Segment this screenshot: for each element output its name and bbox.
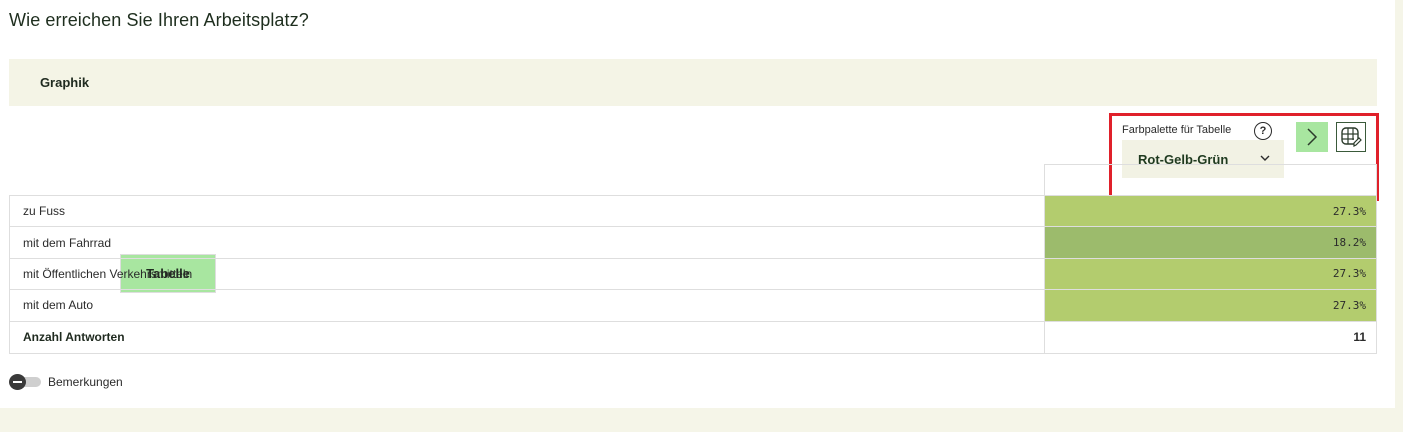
next-button[interactable] xyxy=(1296,122,1328,152)
main-card: Wie erreichen Sie Ihren Arbeitsplatz? Gr… xyxy=(0,0,1395,408)
remarks-label: Bemerkungen xyxy=(48,375,123,389)
table-header-cell xyxy=(1044,164,1377,196)
row-label: mit Öffentlichen Verkehrsmitteln xyxy=(10,258,1045,290)
table-total-row: Anzahl Antworten 11 xyxy=(10,321,1376,353)
row-value: 18.2% xyxy=(1045,227,1376,258)
row-label: mit dem Fahrrad xyxy=(10,227,1045,258)
table-row: mit dem Fahrrad 18.2% xyxy=(10,227,1376,259)
tab-graphik[interactable]: Graphik xyxy=(9,63,120,102)
total-label: Anzahl Antworten xyxy=(10,321,1045,353)
remarks-toggle[interactable] xyxy=(9,374,41,390)
help-icon[interactable]: ? xyxy=(1254,122,1272,140)
table-row: mit dem Auto 27.3% xyxy=(10,290,1376,322)
row-value: 27.3% xyxy=(1045,290,1376,321)
table-row: zu Fuss 27.3% xyxy=(10,196,1376,228)
row-label: mit dem Auto xyxy=(10,290,1045,321)
row-value: 27.3% xyxy=(1045,258,1376,290)
palette-label: Farbpalette für Tabelle xyxy=(1122,124,1232,136)
row-value: 27.3% xyxy=(1045,196,1376,227)
tab-bar: Graphik Tabelle xyxy=(9,59,1377,293)
page-title: Wie erreichen Sie Ihren Arbeitsplatz? xyxy=(9,10,309,30)
results-table: zu Fuss 27.3% mit dem Fahrrad 18.2% mit … xyxy=(9,195,1377,354)
toggle-knob xyxy=(9,374,26,390)
table-edit-button[interactable] xyxy=(1336,122,1366,152)
chevron-down-icon xyxy=(1260,155,1270,161)
row-label: zu Fuss xyxy=(10,196,1045,227)
chevron-right-icon xyxy=(1307,128,1318,146)
total-value: 11 xyxy=(1353,330,1366,345)
table-edit-icon xyxy=(1341,127,1362,147)
table-row: mit Öffentlichen Verkehrsmitteln 27.3% xyxy=(10,258,1376,291)
